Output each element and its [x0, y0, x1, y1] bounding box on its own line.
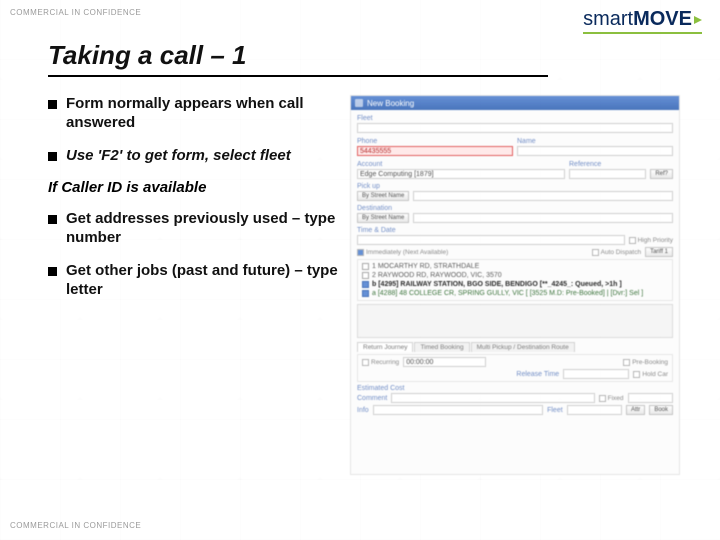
- attr-button[interactable]: Attr: [626, 405, 645, 415]
- list-icon: [362, 263, 369, 270]
- checkbox-label: Auto Dispatch: [601, 249, 641, 256]
- time-input[interactable]: [357, 235, 625, 245]
- tab-multi-route[interactable]: Multi Pickup / Destination Route: [471, 342, 575, 352]
- checkbox-label: Pre-Booking: [632, 359, 668, 366]
- list-item[interactable]: 2 RAYWOOD RD, RAYWOOD, VIC, 3570: [362, 271, 668, 280]
- tab-return-journey[interactable]: Return Journey: [357, 342, 413, 352]
- phone-label: Phone: [357, 138, 513, 145]
- address-mode-button[interactable]: By Street Name: [357, 213, 409, 223]
- comment-input[interactable]: [391, 393, 594, 403]
- name-label: Name: [517, 138, 673, 145]
- list-text: 2 RAYWOOD RD, RAYWOOD, VIC, 3570: [372, 272, 502, 279]
- high-priority-checkbox[interactable]: High Priority: [629, 237, 673, 244]
- bullet-item: Form normally appears when call answered: [48, 95, 338, 133]
- window-titlebar[interactable]: New Booking: [351, 96, 679, 110]
- checkbox-label: Immediately (Next Available): [366, 249, 448, 256]
- logo: smartMOVE: [583, 8, 702, 31]
- confidential-header: COMMERCIAL IN CONFIDENCE: [10, 8, 141, 17]
- time-label: Time & Date: [357, 227, 673, 234]
- list-icon: [362, 290, 369, 297]
- list-item[interactable]: b [4295] RAILWAY STATION, BGO SIDE, BEND…: [362, 280, 668, 289]
- bullet-text: Get other jobs (past and future) – type …: [66, 262, 338, 298]
- bullet-text: Get addresses previously used – type num…: [66, 210, 335, 246]
- destination-input[interactable]: [413, 213, 673, 223]
- recurring-time-input[interactable]: 00:00:00: [403, 357, 486, 367]
- window-icon: [355, 99, 363, 107]
- reference-input[interactable]: [569, 169, 646, 179]
- checkbox-label: Hold Car: [642, 371, 668, 378]
- immediate-checkbox[interactable]: Immediately (Next Available): [357, 249, 448, 256]
- list-item[interactable]: 1 MOCARTHY RD, STRATHDALE: [362, 262, 668, 271]
- phone-input[interactable]: 54435555: [357, 146, 513, 156]
- fleet-input[interactable]: [357, 123, 673, 133]
- releasetime-input[interactable]: [563, 369, 629, 379]
- bullet-icon: [48, 100, 57, 109]
- pickup-input[interactable]: [413, 191, 673, 201]
- logo-arrow-icon: [694, 16, 702, 24]
- destination-label: Destination: [357, 205, 673, 212]
- list-icon: [362, 272, 369, 279]
- list-item[interactable]: a [4288] 48 COLLEGE CR, SPRING GULLY, VI…: [362, 289, 668, 298]
- bullet-text: Use 'F2' to get form, select fleet: [66, 147, 291, 164]
- releasetime-label: Release Time: [516, 371, 559, 378]
- estcost-label: Estimated Cost: [357, 385, 673, 392]
- autodispatch-checkbox[interactable]: Auto Dispatch: [592, 249, 641, 256]
- logo-underline: [583, 32, 702, 34]
- list-icon: [362, 281, 369, 288]
- fixed-checkbox[interactable]: Fixed: [599, 395, 624, 402]
- sub-heading: If Caller ID is available: [48, 179, 338, 196]
- tab-row: Return Journey Timed Booking Multi Picku…: [357, 342, 673, 352]
- bullet-item: Get other jobs (past and future) – type …: [48, 262, 338, 300]
- checkbox-label: Recurring: [371, 359, 399, 366]
- logo-part1: smart: [583, 8, 633, 30]
- title-underline: [48, 75, 548, 77]
- tab-timed-booking[interactable]: Timed Booking: [414, 342, 469, 352]
- bullet-column: Form normally appears when call answered…: [48, 95, 338, 475]
- tariff-button[interactable]: Tariff 1: [645, 247, 673, 257]
- fleet-label: Fleet: [357, 115, 673, 122]
- account-label: Account: [357, 161, 565, 168]
- account-input[interactable]: Edge Computing [1879]: [357, 169, 565, 179]
- holdcar-checkbox[interactable]: Hold Car: [633, 371, 668, 378]
- page-title: Taking a call – 1: [48, 40, 702, 71]
- ref-button[interactable]: Ref?: [650, 169, 673, 179]
- pickup-label: Pick up: [357, 183, 673, 190]
- comment-label: Comment: [357, 395, 387, 402]
- divider-strip: [357, 304, 673, 338]
- fixed-amount-input[interactable]: [628, 393, 673, 403]
- name-input[interactable]: [517, 146, 673, 156]
- bullet-text: Form normally appears when call answered: [66, 95, 304, 131]
- recurring-checkbox[interactable]: Recurring: [362, 359, 399, 366]
- logo-part2: MOVE: [633, 8, 692, 30]
- window-title: New Booking: [367, 99, 414, 108]
- checkbox-label: Fixed: [608, 395, 624, 402]
- list-text: b [4295] RAILWAY STATION, BGO SIDE, BEND…: [372, 281, 622, 288]
- bullet-item: Use 'F2' to get form, select fleet: [48, 147, 338, 166]
- bullet-item: Get addresses previously used – type num…: [48, 210, 338, 248]
- list-text: 1 MOCARTHY RD, STRATHDALE: [372, 263, 479, 270]
- bullet-icon: [48, 267, 57, 276]
- prebook-checkbox[interactable]: Pre-Booking: [623, 359, 668, 366]
- bullet-icon: [48, 215, 57, 224]
- info-label: Info: [357, 407, 369, 414]
- form-screenshot: New Booking Fleet Phone 54435555 Name: [350, 95, 680, 475]
- fleet-combo-label: Fleet: [547, 407, 563, 414]
- list-text: a [4288] 48 COLLEGE CR, SPRING GULLY, VI…: [372, 290, 643, 297]
- address-mode-button[interactable]: By Street Name: [357, 191, 409, 201]
- fleet-combo[interactable]: [567, 405, 622, 415]
- address-history-list: 1 MOCARTHY RD, STRATHDALE 2 RAYWOOD RD, …: [357, 259, 673, 301]
- info-input[interactable]: [373, 405, 543, 415]
- confidential-footer: COMMERCIAL IN CONFIDENCE: [10, 521, 141, 530]
- book-button[interactable]: Book: [649, 405, 673, 415]
- reference-label: Reference: [569, 161, 673, 168]
- checkbox-label: High Priority: [638, 237, 673, 244]
- bullet-icon: [48, 152, 57, 161]
